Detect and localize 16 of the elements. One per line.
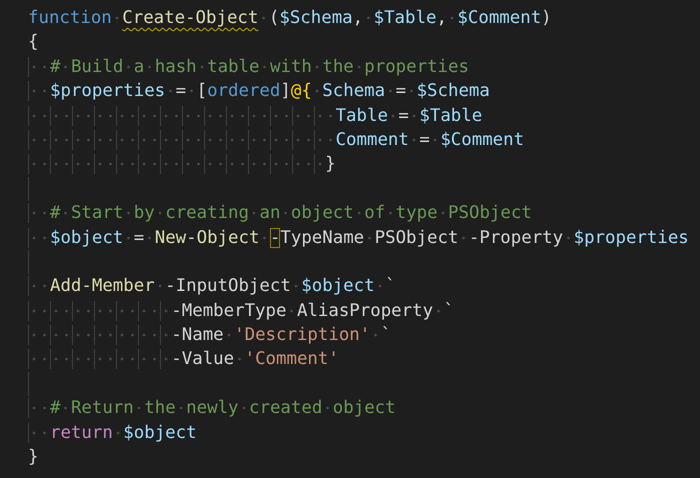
code-line: -Name 'Description' ` (28, 323, 392, 348)
code-line: # Build a hash table with the properties (28, 54, 469, 80)
code-line: -MemberType AliasProperty ` (28, 298, 454, 324)
code-line: Comment = $Comment (28, 128, 524, 152)
code-line: { (28, 31, 38, 54)
code-line: function Create-Object ($Schema, $Table, $Comment) (28, 7, 552, 30)
code-line: $properties = [ordered]@{ Schema = $Schema (28, 79, 490, 104)
code-line: return $object (28, 420, 197, 446)
code-line: } (28, 446, 38, 470)
code-line: # Start by creating an object of type PSObject (28, 201, 532, 226)
code-line: # Return the newly created object (28, 396, 396, 421)
code-line: -Value 'Comment' (28, 347, 339, 372)
code-line: $object = New-Object -TypeName PSObject -Property $properties (28, 226, 689, 250)
code-line: Add-Member -InputObject $object ` (28, 274, 396, 299)
code-line: } (28, 152, 336, 177)
code-line: Table = $Table (28, 104, 482, 128)
